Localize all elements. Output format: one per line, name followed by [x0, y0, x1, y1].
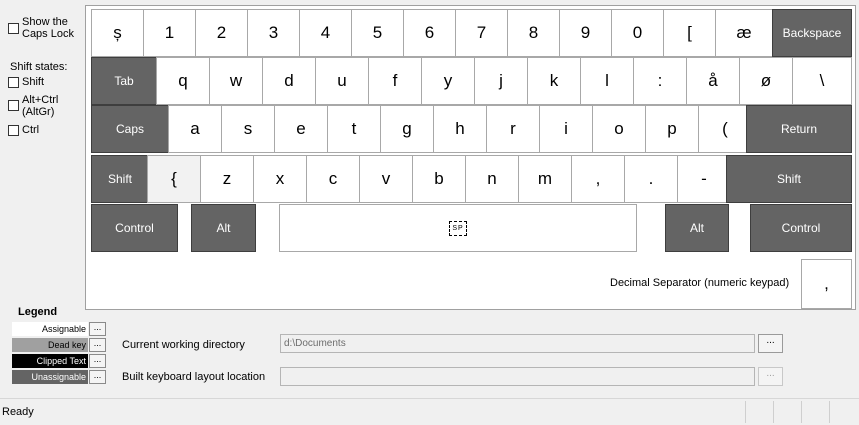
- altgr-label: Alt+Ctrl (AltGr): [22, 94, 59, 118]
- key[interactable]: 7: [455, 9, 508, 57]
- key[interactable]: u: [315, 57, 369, 105]
- legend-clipped-text-button[interactable]: ...: [89, 354, 106, 368]
- key[interactable]: 6: [403, 9, 456, 57]
- key[interactable]: ,: [571, 155, 625, 203]
- checkbox-box[interactable]: [8, 125, 19, 136]
- key[interactable]: o: [592, 105, 646, 153]
- decimal-separator-label: Decimal Separator (numeric keypad): [610, 277, 790, 289]
- status-divider: [773, 401, 774, 423]
- legend-title: Legend: [18, 306, 58, 318]
- tab-key[interactable]: Tab: [91, 57, 157, 105]
- checkbox-box[interactable]: [8, 77, 19, 88]
- key[interactable]: 8: [507, 9, 560, 57]
- key[interactable]: 9: [559, 9, 612, 57]
- key[interactable]: l: [580, 57, 634, 105]
- key[interactable]: m: [518, 155, 572, 203]
- shift-checkbox[interactable]: Shift: [8, 76, 44, 88]
- key[interactable]: [: [663, 9, 716, 57]
- right-control-key[interactable]: Control: [750, 204, 852, 252]
- caps-key[interactable]: Caps: [91, 105, 169, 153]
- key[interactable]: å: [686, 57, 740, 105]
- cwd-input[interactable]: d:\Documents: [280, 334, 755, 353]
- space-key[interactable]: SP: [279, 204, 637, 252]
- cwd-label: Current working directory: [122, 339, 245, 351]
- built-location-input[interactable]: [280, 367, 755, 386]
- key[interactable]: :: [633, 57, 687, 105]
- key[interactable]: x: [253, 155, 307, 203]
- return-key[interactable]: Return: [746, 105, 852, 153]
- status-divider: [829, 401, 830, 423]
- key[interactable]: ș: [91, 9, 144, 57]
- ctrl-label: Ctrl: [22, 124, 40, 136]
- checkbox-box[interactable]: [8, 23, 19, 34]
- show-caps-lock-label: Show the Caps Lock: [22, 16, 74, 40]
- key[interactable]: 5: [351, 9, 404, 57]
- key[interactable]: z: [200, 155, 254, 203]
- built-location-browse-button[interactable]: ...: [758, 367, 783, 386]
- shift-states-label: Shift states:: [10, 61, 68, 73]
- cwd-browse-button[interactable]: ...: [758, 334, 783, 353]
- key[interactable]: .: [624, 155, 678, 203]
- altgr-checkbox[interactable]: Alt+Ctrl (AltGr): [8, 94, 58, 118]
- key[interactable]: 2: [195, 9, 248, 57]
- backspace-key[interactable]: Backspace: [772, 9, 852, 57]
- right-alt-key[interactable]: Alt: [665, 204, 729, 252]
- right-shift-key[interactable]: Shift: [726, 155, 852, 203]
- decimal-separator-key[interactable]: ,: [801, 259, 852, 309]
- key[interactable]: i: [539, 105, 593, 153]
- space-badge: SP: [449, 220, 467, 236]
- key[interactable]: 1: [143, 9, 196, 57]
- legend-assignable-button[interactable]: ...: [89, 322, 106, 336]
- status-text: Ready: [2, 406, 34, 418]
- built-location-label: Built keyboard layout location: [122, 371, 266, 383]
- key[interactable]: g: [380, 105, 434, 153]
- key[interactable]: a: [168, 105, 222, 153]
- key[interactable]: æ: [715, 9, 773, 57]
- key[interactable]: 4: [299, 9, 352, 57]
- left-control-key[interactable]: Control: [91, 204, 178, 252]
- key[interactable]: p: [645, 105, 699, 153]
- key[interactable]: j: [474, 57, 528, 105]
- legend-unassignable: Unassignable: [12, 370, 88, 384]
- key[interactable]: e: [274, 105, 328, 153]
- legend-assignable: Assignable: [12, 322, 88, 336]
- keyboard-area: ș 1 2 3 4 5 6 7 8 9 0 [ æ Backspace Tab …: [85, 5, 856, 310]
- left-alt-key[interactable]: Alt: [191, 204, 256, 252]
- key[interactable]: b: [412, 155, 466, 203]
- legend-dead-key-button[interactable]: ...: [89, 338, 106, 352]
- key[interactable]: y: [421, 57, 475, 105]
- key[interactable]: n: [465, 155, 519, 203]
- key[interactable]: h: [433, 105, 487, 153]
- key[interactable]: q: [156, 57, 210, 105]
- checkbox-box[interactable]: [8, 100, 19, 111]
- key[interactable]: f: [368, 57, 422, 105]
- legend-unassignable-button[interactable]: ...: [89, 370, 106, 384]
- key[interactable]: (: [698, 105, 752, 153]
- key[interactable]: r: [486, 105, 540, 153]
- key[interactable]: -: [677, 155, 731, 203]
- key[interactable]: \: [792, 57, 852, 105]
- shift-label: Shift: [22, 76, 45, 88]
- ctrl-checkbox[interactable]: Ctrl: [8, 124, 39, 136]
- key[interactable]: k: [527, 57, 581, 105]
- status-divider: [745, 401, 746, 423]
- legend-clipped-text: Clipped Text: [12, 354, 88, 368]
- status-divider: [801, 401, 802, 423]
- key[interactable]: s: [221, 105, 275, 153]
- legend-dead-key: Dead key: [12, 338, 88, 352]
- status-bar: Ready: [0, 398, 859, 425]
- key[interactable]: 0: [611, 9, 664, 57]
- key[interactable]: d: [262, 57, 316, 105]
- key[interactable]: w: [209, 57, 263, 105]
- key[interactable]: {: [147, 155, 201, 203]
- key[interactable]: c: [306, 155, 360, 203]
- key[interactable]: 3: [247, 9, 300, 57]
- key[interactable]: ø: [739, 57, 793, 105]
- left-shift-key[interactable]: Shift: [91, 155, 149, 203]
- key[interactable]: v: [359, 155, 413, 203]
- key[interactable]: t: [327, 105, 381, 153]
- show-caps-lock-checkbox[interactable]: Show the Caps Lock: [8, 16, 74, 40]
